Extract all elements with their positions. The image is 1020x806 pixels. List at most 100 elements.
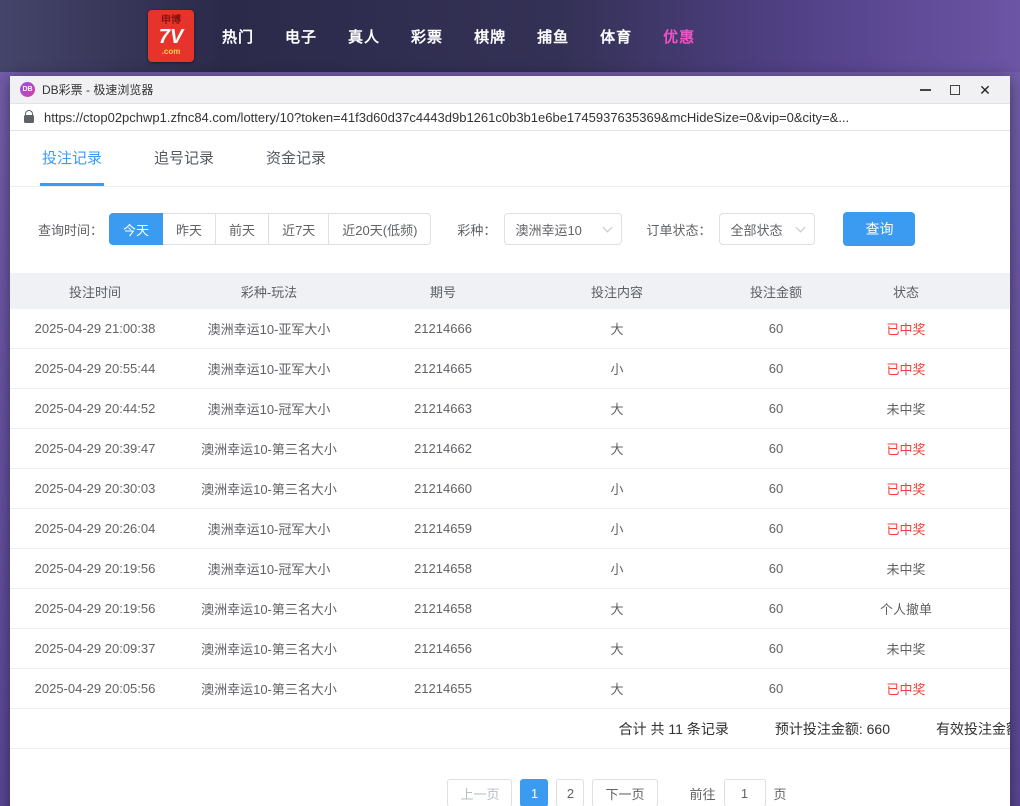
cell-play: 澳洲幸运10-亚军大小 bbox=[180, 319, 358, 338]
maximize-icon bbox=[950, 85, 960, 95]
site-logo[interactable]: 申博 7V .com bbox=[148, 10, 194, 62]
lottery-select[interactable]: 澳洲幸运10 bbox=[504, 213, 622, 245]
nav-item-5[interactable]: 棋牌 bbox=[474, 20, 506, 53]
cell-amount: 60 bbox=[706, 361, 846, 376]
cell-content: 小 bbox=[528, 479, 706, 498]
column-header: 投注内容 bbox=[528, 282, 706, 301]
window-app-icon: DB bbox=[20, 82, 35, 97]
cell-play: 澳洲幸运10-第三名大小 bbox=[180, 599, 358, 618]
cell-amount: 60 bbox=[706, 481, 846, 496]
nav-item-6[interactable]: 捕鱼 bbox=[537, 20, 569, 53]
pagination: 上一页 12 下一页 前往 页 bbox=[10, 779, 1010, 806]
cell-content: 大 bbox=[528, 639, 706, 658]
cell-play: 澳洲幸运10-冠军大小 bbox=[180, 399, 358, 418]
chevron-down-icon bbox=[603, 222, 613, 232]
summary-valid-amount: 有效投注金额 bbox=[936, 719, 1010, 739]
time-filter-2[interactable]: 昨天 bbox=[162, 213, 216, 245]
cell-time: 2025-04-29 20:55:44 bbox=[10, 361, 180, 376]
column-header: 期号 bbox=[358, 282, 528, 301]
url-text[interactable]: https://ctop02pchwp1.zfnc84.com/lottery/… bbox=[44, 110, 849, 125]
prev-page-button[interactable]: 上一页 bbox=[447, 779, 512, 806]
cell-content: 大 bbox=[528, 679, 706, 698]
cell-issue: 21214656 bbox=[358, 641, 528, 656]
cell-play: 澳洲幸运10-冠军大小 bbox=[180, 559, 358, 578]
time-filter-1[interactable]: 今天 bbox=[109, 213, 163, 245]
goto-page-suffix: 页 bbox=[774, 784, 787, 803]
nav-item-1[interactable]: 热门 bbox=[222, 20, 254, 53]
logo-top-text: 申博 bbox=[161, 16, 181, 26]
column-header: 状态 bbox=[846, 282, 966, 301]
cell-issue: 21214665 bbox=[358, 361, 528, 376]
url-bar[interactable]: https://ctop02pchwp1.zfnc84.com/lottery/… bbox=[10, 104, 1010, 131]
cell-status: 已中奖 bbox=[846, 359, 966, 378]
page-button-2[interactable]: 2 bbox=[556, 779, 584, 806]
cell-status: 未中奖 bbox=[846, 559, 966, 578]
cell-issue: 21214658 bbox=[358, 561, 528, 576]
cell-content: 大 bbox=[528, 439, 706, 458]
maximize-button[interactable] bbox=[940, 79, 970, 101]
cell-status: 未中奖 bbox=[846, 399, 966, 418]
goto-label: 前往 bbox=[690, 784, 716, 803]
cell-time: 2025-04-29 20:30:03 bbox=[10, 481, 180, 496]
summary-bar: 合计 共 11 条记录 预计投注金额: 660 有效投注金额 bbox=[10, 709, 1010, 749]
tab-3[interactable]: 资金记录 bbox=[264, 131, 328, 186]
page-content: 投注记录追号记录资金记录 查询时间： 今天昨天前天近7天近20天(低频) 彩种：… bbox=[10, 131, 1010, 806]
time-filter-group: 今天昨天前天近7天近20天(低频) bbox=[109, 213, 431, 245]
lock-icon bbox=[24, 115, 34, 123]
cell-time: 2025-04-29 20:26:04 bbox=[10, 521, 180, 536]
cell-time: 2025-04-29 20:05:56 bbox=[10, 681, 180, 696]
top-nav: 申博 7V .com 热门电子真人彩票棋牌捕鱼体育优惠 bbox=[0, 0, 1020, 72]
table-row: 2025-04-29 20:55:44澳洲幸运10-亚军大小21214665小6… bbox=[10, 349, 1010, 389]
filter-bar: 查询时间： 今天昨天前天近7天近20天(低频) 彩种： 澳洲幸运10 订单状态：… bbox=[38, 211, 1010, 247]
minimize-icon bbox=[920, 89, 931, 91]
cell-status: 已中奖 bbox=[846, 439, 966, 458]
cell-play: 澳洲幸运10-冠军大小 bbox=[180, 519, 358, 538]
tab-1[interactable]: 投注记录 bbox=[40, 131, 104, 186]
table-body: 2025-04-29 21:00:38澳洲幸运10-亚军大小21214666大6… bbox=[10, 309, 1010, 709]
column-header: 投注时间 bbox=[10, 282, 180, 301]
cell-play: 澳洲幸运10-第三名大小 bbox=[180, 479, 358, 498]
close-icon: ✕ bbox=[979, 83, 991, 97]
window-title: DB彩票 - 极速浏览器 bbox=[42, 81, 153, 98]
nav-item-4[interactable]: 彩票 bbox=[411, 20, 443, 53]
cell-amount: 60 bbox=[706, 441, 846, 456]
cell-play: 澳洲幸运10-第三名大小 bbox=[180, 639, 358, 658]
time-filter-5[interactable]: 近20天(低频) bbox=[328, 213, 431, 245]
cell-content: 大 bbox=[528, 599, 706, 618]
logo-sub-text: .com bbox=[162, 48, 181, 56]
cell-issue: 21214655 bbox=[358, 681, 528, 696]
cell-issue: 21214660 bbox=[358, 481, 528, 496]
cell-status: 个人撤单 bbox=[846, 599, 966, 618]
time-filter-label: 查询时间： bbox=[38, 220, 103, 239]
time-filter-4[interactable]: 近7天 bbox=[268, 213, 329, 245]
tab-2[interactable]: 追号记录 bbox=[152, 131, 216, 186]
nav-item-8[interactable]: 优惠 bbox=[663, 20, 695, 53]
cell-status: 已中奖 bbox=[846, 679, 966, 698]
cell-status: 未中奖 bbox=[846, 639, 966, 658]
cell-amount: 60 bbox=[706, 321, 846, 336]
cell-content: 大 bbox=[528, 399, 706, 418]
lottery-select-value: 澳洲幸运10 bbox=[515, 220, 581, 239]
time-filter-3[interactable]: 前天 bbox=[215, 213, 269, 245]
goto-page-input[interactable] bbox=[724, 779, 766, 806]
order-status-select[interactable]: 全部状态 bbox=[719, 213, 815, 245]
window-controls: ✕ bbox=[910, 79, 1000, 101]
cell-time: 2025-04-29 20:19:56 bbox=[10, 561, 180, 576]
nav-item-3[interactable]: 真人 bbox=[348, 20, 380, 53]
column-header: 彩种-玩法 bbox=[180, 282, 358, 301]
lottery-filter-label: 彩种： bbox=[457, 220, 496, 239]
next-page-button[interactable]: 下一页 bbox=[592, 779, 657, 806]
search-button[interactable]: 查询 bbox=[843, 212, 915, 246]
page-numbers: 12 bbox=[516, 779, 588, 806]
page-button-1[interactable]: 1 bbox=[520, 779, 548, 806]
minimize-button[interactable] bbox=[910, 79, 940, 101]
pagination-inner: 上一页 12 下一页 前往 页 bbox=[443, 779, 786, 806]
cell-status: 已中奖 bbox=[846, 519, 966, 538]
status-filter-label: 订单状态： bbox=[646, 220, 711, 239]
close-button[interactable]: ✕ bbox=[970, 79, 1000, 101]
nav-item-7[interactable]: 体育 bbox=[600, 20, 632, 53]
nav-item-2[interactable]: 电子 bbox=[285, 20, 317, 53]
table-row: 2025-04-29 20:19:56澳洲幸运10-第三名大小21214658大… bbox=[10, 589, 1010, 629]
cell-amount: 60 bbox=[706, 401, 846, 416]
table-row: 2025-04-29 20:09:37澳洲幸运10-第三名大小21214656大… bbox=[10, 629, 1010, 669]
